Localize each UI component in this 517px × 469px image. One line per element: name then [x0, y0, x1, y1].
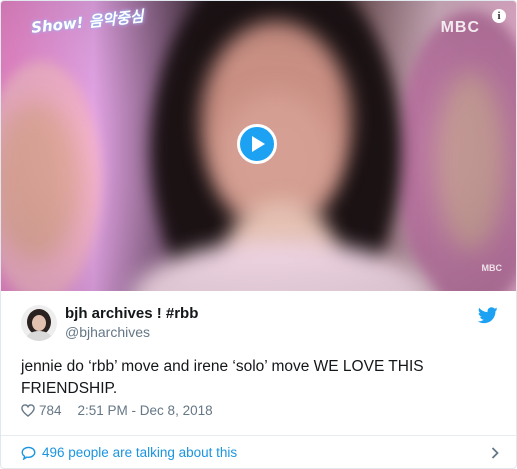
author-names: bjh archives ! #rbb @bjharchives [65, 304, 198, 341]
tweet-author[interactable]: bjh archives ! #rbb @bjharchives [21, 304, 198, 341]
tweet-text: jennie do ‘rbb’ move and irene ‘solo’ mo… [21, 358, 424, 397]
divider [1, 435, 516, 436]
user-handle[interactable]: @bjharchives [65, 323, 198, 341]
play-icon [252, 136, 265, 152]
speech-bubble-icon [21, 446, 36, 460]
play-button[interactable] [237, 124, 277, 164]
tweet-meta: 784 2:51 PM - Dec 8, 2018 [21, 403, 213, 418]
tweet-timestamp[interactable]: 2:51 PM - Dec 8, 2018 [78, 403, 213, 418]
channel-watermark-small: MBC [481, 263, 503, 273]
video-player[interactable]: Show! 음악중심 MBC MBC i [1, 1, 516, 291]
heart-icon[interactable] [21, 404, 35, 417]
info-icon[interactable]: i [492, 9, 506, 23]
chevron-right-icon[interactable] [491, 446, 499, 459]
conversation-link[interactable]: 496 people are talking about this [21, 445, 499, 460]
like-count[interactable]: 784 [39, 403, 62, 418]
channel-watermark: MBC [440, 19, 480, 36]
display-name[interactable]: bjh archives ! #rbb [65, 304, 198, 323]
twitter-bird-icon[interactable] [478, 307, 498, 324]
tweet-card: Show! 음악중심 MBC MBC i bjh archives ! #rbb… [0, 0, 517, 469]
conversation-count: 496 people are talking about this [42, 445, 238, 460]
avatar[interactable] [21, 304, 57, 341]
